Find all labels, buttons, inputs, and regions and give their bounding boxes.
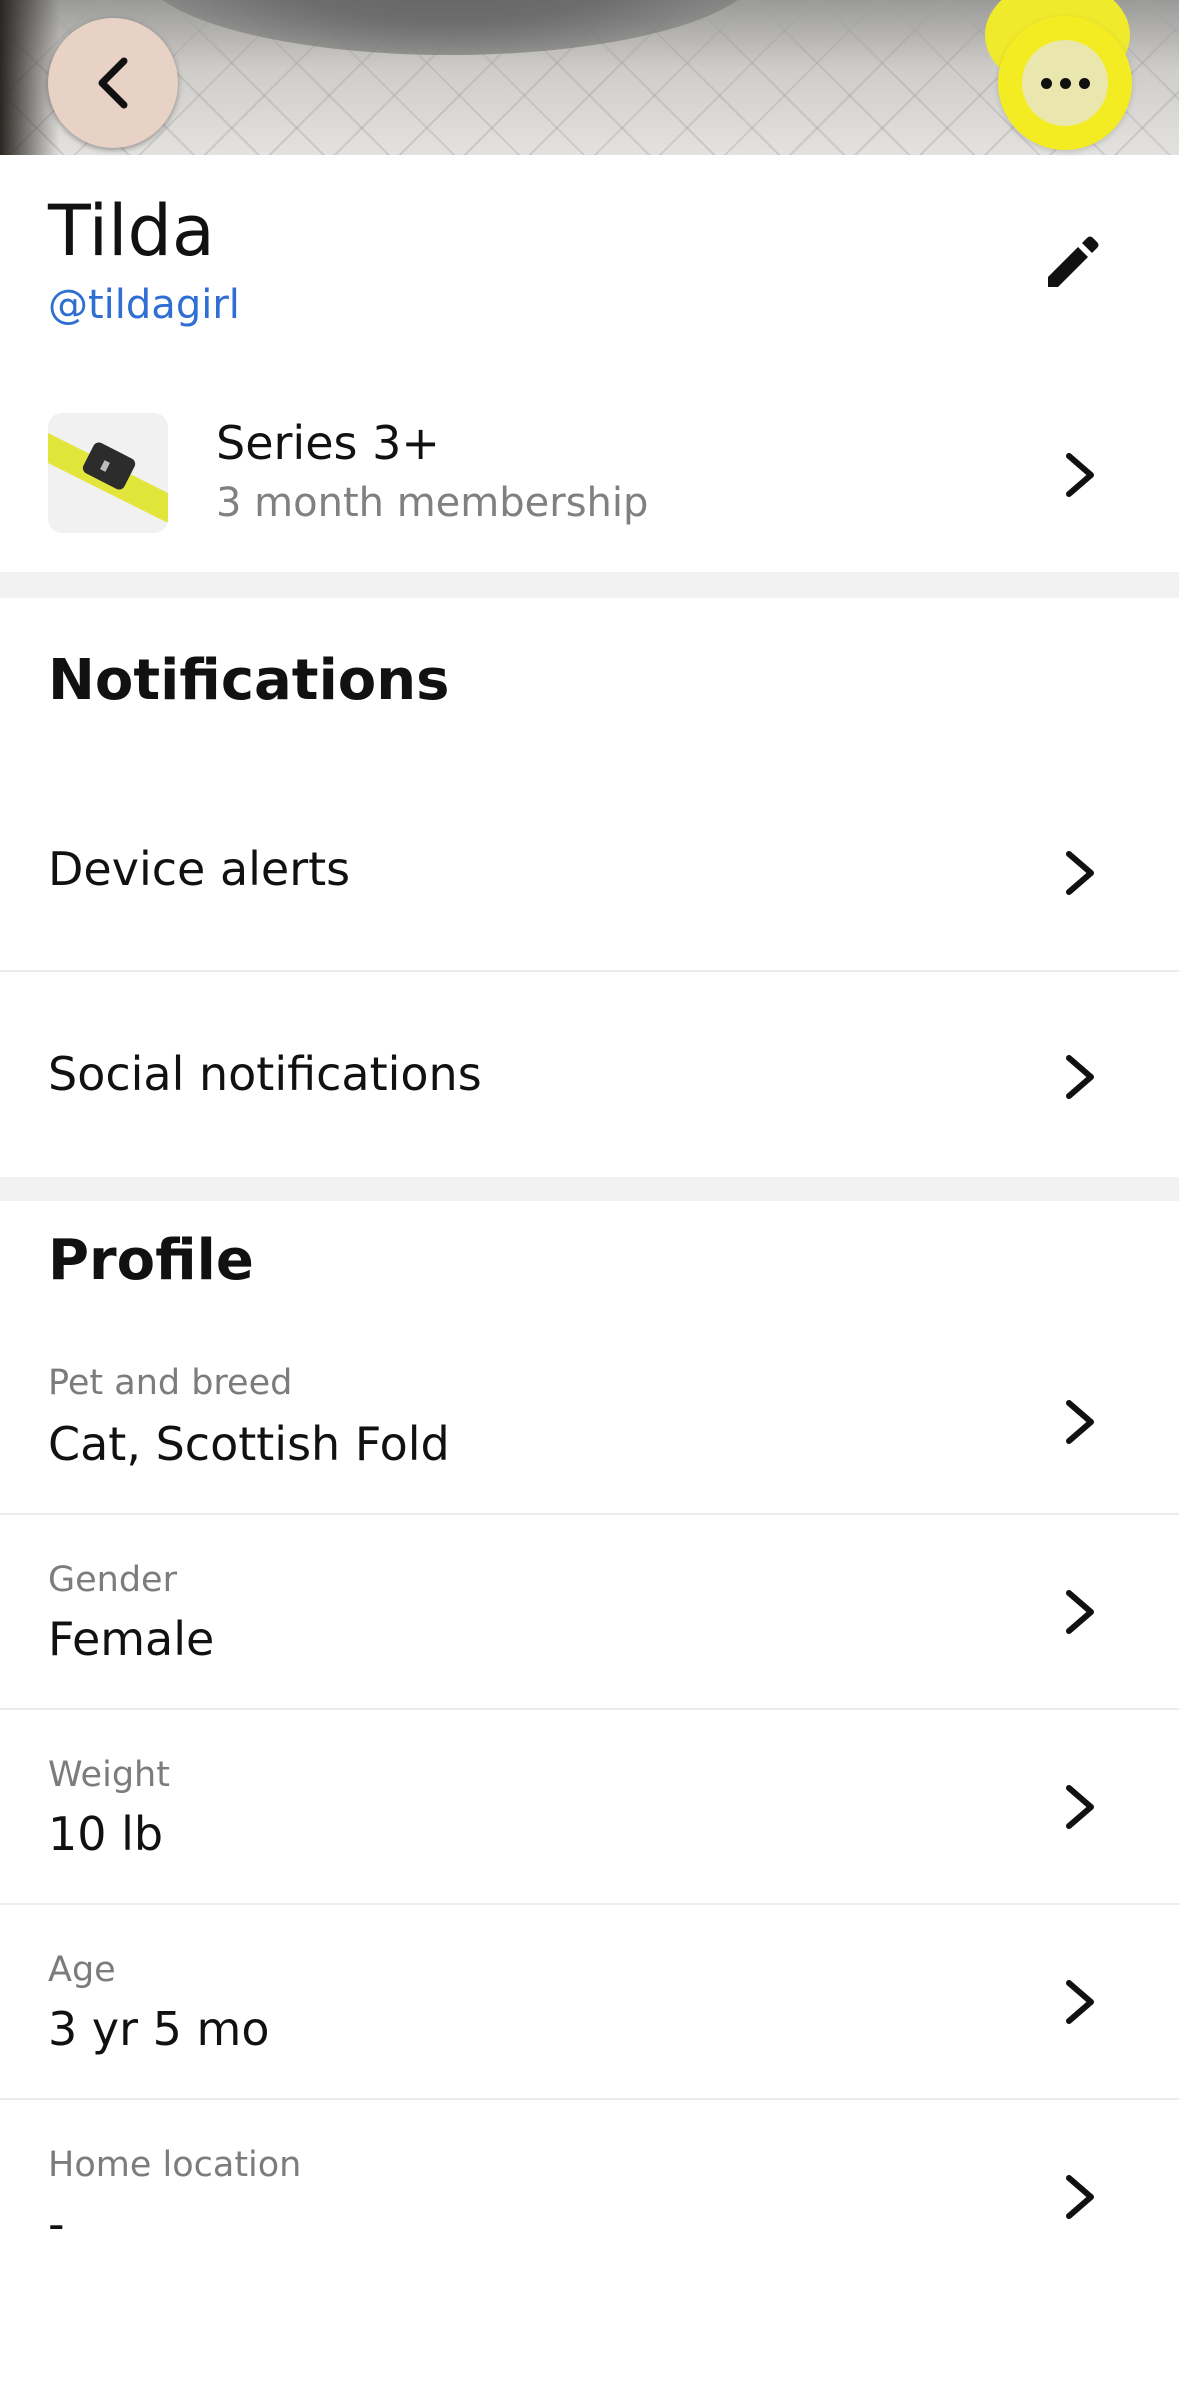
section-divider bbox=[0, 1177, 1179, 1201]
field-label: Age bbox=[48, 1950, 116, 1990]
field-value: - bbox=[48, 2197, 65, 2251]
cover-cat-fur bbox=[140, 0, 760, 55]
profile-field-age[interactable]: Age 3 yr 5 mo bbox=[0, 1905, 1179, 2098]
pencil-icon[interactable] bbox=[1040, 235, 1100, 295]
chevron-right-icon bbox=[1066, 2175, 1094, 2219]
device-membership-row[interactable]: Series 3+ 3 month membership bbox=[0, 400, 1179, 572]
chevron-right-icon bbox=[1066, 453, 1094, 497]
notifications-heading: Notifications bbox=[48, 648, 450, 713]
chevron-right-icon bbox=[1066, 1400, 1094, 1444]
pet-handle[interactable]: @tildagirl bbox=[48, 282, 240, 328]
profile-field-gender[interactable]: Gender Female bbox=[0, 1515, 1179, 1708]
field-label: Weight bbox=[48, 1755, 170, 1795]
profile-field-weight[interactable]: Weight 10 lb bbox=[0, 1710, 1179, 1903]
more-horizontal-icon bbox=[1022, 40, 1108, 126]
notification-item-device-alerts[interactable]: Device alerts bbox=[0, 790, 1179, 970]
notification-item-label: Device alerts bbox=[48, 842, 351, 896]
chevron-right-icon bbox=[1066, 1055, 1094, 1099]
section-divider bbox=[0, 572, 1179, 598]
field-value: 10 lb bbox=[48, 1807, 164, 1861]
device-thumbnail bbox=[48, 413, 168, 533]
field-label: Pet and breed bbox=[48, 1363, 293, 1403]
profile-field-pet-breed[interactable]: Pet and breed Cat, Scottish Fold bbox=[0, 1345, 1179, 1513]
notification-item-social[interactable]: Social notifications bbox=[0, 972, 1179, 1177]
chevron-left-icon bbox=[98, 57, 128, 109]
field-value: Cat, Scottish Fold bbox=[48, 1417, 450, 1471]
chevron-right-icon bbox=[1066, 1590, 1094, 1634]
chevron-right-icon bbox=[1066, 851, 1094, 895]
pet-name: Tilda bbox=[48, 190, 215, 272]
profile-field-home-location[interactable]: Home location - bbox=[0, 2100, 1179, 2293]
device-title: Series 3+ bbox=[216, 416, 440, 470]
field-value: 3 yr 5 mo bbox=[48, 2002, 270, 2056]
chevron-right-icon bbox=[1066, 1980, 1094, 2024]
chevron-right-icon bbox=[1066, 1785, 1094, 1829]
field-value: Female bbox=[48, 1612, 215, 1666]
back-button[interactable] bbox=[48, 18, 178, 148]
device-subtitle: 3 month membership bbox=[216, 480, 649, 526]
profile-heading: Profile bbox=[48, 1228, 254, 1293]
field-label: Gender bbox=[48, 1560, 177, 1600]
more-options-button[interactable] bbox=[998, 16, 1132, 150]
field-label: Home location bbox=[48, 2145, 302, 2185]
notification-item-label: Social notifications bbox=[48, 1047, 482, 1101]
